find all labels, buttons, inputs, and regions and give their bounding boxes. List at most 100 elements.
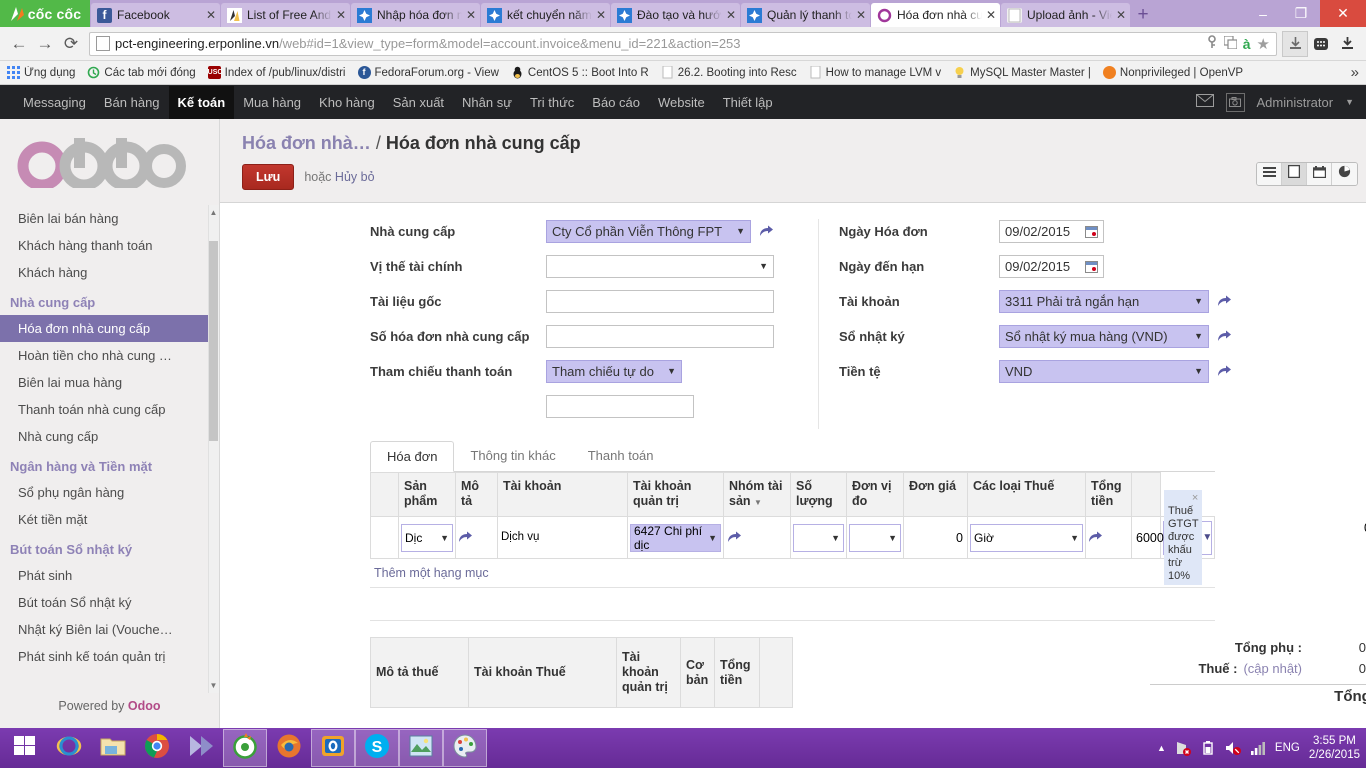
- asset-category-input[interactable]: ▼: [849, 523, 901, 552]
- top-menu-kho-hàng[interactable]: Kho hàng: [310, 86, 384, 119]
- currency-select[interactable]: VND ▼: [999, 360, 1209, 383]
- sidebar-scrollbar-thumb[interactable]: [209, 241, 218, 441]
- close-tab-icon[interactable]: ✕: [202, 8, 216, 22]
- bookmark-item[interactable]: f FedoraForum.org - View: [357, 66, 499, 79]
- minimize-button[interactable]: –: [1244, 0, 1282, 27]
- cell-product[interactable]: Dịc ▼: [398, 516, 456, 559]
- sort-caret-icon[interactable]: ▼: [754, 498, 762, 507]
- bookmark-star-icon[interactable]: ★: [1257, 35, 1270, 53]
- taskbar-media-player[interactable]: [179, 729, 223, 767]
- journal-select[interactable]: Sổ nhật ký mua hàng (VND) ▼: [999, 325, 1209, 348]
- header-unit-price[interactable]: Đơn giá: [903, 472, 968, 517]
- cell-description[interactable]: Dịch vụ: [497, 516, 628, 559]
- taskbar-file-explorer[interactable]: [91, 729, 135, 767]
- scroll-down-arrow-icon[interactable]: ▼: [209, 680, 218, 691]
- graph-view-button[interactable]: [1332, 163, 1357, 185]
- header-description[interactable]: Mô tả: [455, 472, 498, 517]
- remove-tax-icon[interactable]: ×: [1192, 492, 1198, 505]
- taskbar-skype[interactable]: S: [355, 729, 399, 767]
- sidebar-item-4[interactable]: Hóa đơn nhà cung cấp: [0, 315, 219, 342]
- chevron-down-icon[interactable]: ▼: [702, 533, 717, 543]
- browser-tab[interactable]: Nhập hóa đơn nhà✕: [351, 3, 480, 27]
- tax-update-link[interactable]: (cập nhật): [1243, 661, 1302, 676]
- external-link-icon[interactable]: [1217, 364, 1232, 380]
- sidebar-item-13[interactable]: Phát sinh: [0, 562, 219, 589]
- bookmark-item[interactable]: How to manage LVM v: [809, 66, 941, 79]
- network-error-icon[interactable]: [1175, 740, 1191, 756]
- external-link-icon[interactable]: [759, 224, 774, 240]
- password-key-icon[interactable]: [1206, 35, 1218, 52]
- header-asset-category[interactable]: Nhóm tài sản ▼: [723, 472, 791, 517]
- bookmark-item[interactable]: CentOS 5 :: Boot Into R: [511, 66, 649, 79]
- sidebar-item-10[interactable]: Sổ phụ ngân hàng: [0, 479, 219, 506]
- save-button[interactable]: Lưu: [242, 164, 295, 190]
- signal-icon[interactable]: [1250, 740, 1266, 756]
- breadcrumb-parent[interactable]: Hóa đơn nhà…: [242, 133, 371, 153]
- chevron-down-icon[interactable]: ▼: [1188, 291, 1203, 312]
- user-name-label[interactable]: Administrator: [1257, 95, 1334, 110]
- browser-tab[interactable]: Upload ảnh - Việt Đ✕: [1001, 3, 1130, 27]
- sidebar-item-11[interactable]: Két tiền mặt: [0, 506, 219, 533]
- bookmark-item[interactable]: USC Index of /pub/linux/distri: [207, 66, 346, 79]
- chevron-down-icon[interactable]: ▼: [1064, 533, 1079, 543]
- adblock-icon[interactable]: à: [1243, 36, 1251, 52]
- top-menu-website[interactable]: Website: [649, 86, 714, 119]
- taskbar-chrome[interactable]: [135, 729, 179, 767]
- volume-muted-icon[interactable]: [1225, 740, 1241, 756]
- table-row[interactable]: Dịc ▼ Dịch vụ 6427 Chi phí dịc ▼ ▼ ▼ 0 G…: [370, 490, 1215, 585]
- sidebar-item-7[interactable]: Thanh toán nhà cung cấp: [0, 396, 219, 423]
- bookmark-item[interactable]: MySQL Master Master |: [953, 66, 1091, 79]
- close-tab-icon[interactable]: ✕: [332, 8, 346, 22]
- analytic-account-input[interactable]: ▼: [793, 523, 844, 552]
- payment-reference-select[interactable]: Tham chiếu tự do ▼: [546, 360, 682, 383]
- external-link-icon[interactable]: [456, 530, 473, 546]
- bookmarks-overflow-button[interactable]: »: [1351, 64, 1359, 81]
- cell-account-link[interactable]: [723, 516, 791, 559]
- clock[interactable]: 3:55 PM 2/26/2015: [1309, 734, 1360, 762]
- taskbar-paint[interactable]: [443, 729, 487, 767]
- close-tab-icon[interactable]: ✕: [1112, 8, 1126, 22]
- odoo-logo[interactable]: [0, 119, 219, 205]
- header-subtotal[interactable]: Tổng tiền: [1085, 472, 1132, 517]
- header-quantity[interactable]: Số lượng: [790, 472, 847, 517]
- new-tab-button[interactable]: +: [1130, 3, 1156, 27]
- cell-quantity[interactable]: 0: [903, 516, 968, 559]
- sidebar-item-2[interactable]: Khách hàng: [0, 259, 219, 286]
- extension-icon[interactable]: [1308, 31, 1334, 57]
- sidebar-item-1[interactable]: Khách hàng thanh toán: [0, 232, 219, 259]
- cell-taxes[interactable]: × Thuế GTGT được khấu trừ 10% ▼: [1160, 490, 1215, 585]
- payment-reference-input[interactable]: [546, 395, 694, 418]
- cell-uom-link-and-price[interactable]: [1085, 516, 1132, 559]
- top-menu-kế-toán[interactable]: Kế toán: [168, 85, 235, 119]
- cell-uom[interactable]: Giờ ▼: [967, 516, 1086, 559]
- header-analytic-account[interactable]: Tài khoản quản trị: [627, 472, 724, 517]
- header-taxes[interactable]: Các loại Thuế: [967, 472, 1086, 517]
- tab-other-info[interactable]: Thông tin khác: [454, 441, 571, 471]
- chevron-down-icon[interactable]: ▼: [1345, 97, 1354, 107]
- header-tax-amount[interactable]: Tổng tiền: [714, 637, 760, 708]
- external-link-icon[interactable]: [724, 530, 742, 546]
- close-tab-icon[interactable]: ✕: [592, 8, 606, 22]
- top-menu-sản-xuất[interactable]: Sản xuất: [384, 86, 453, 119]
- translate-icon[interactable]: [1223, 34, 1238, 52]
- sidebar-item-15[interactable]: Nhật ký Biên lai (Vouche…: [0, 616, 219, 643]
- top-menu-thiết-lập[interactable]: Thiết lập: [714, 86, 782, 119]
- back-icon[interactable]: ←: [6, 31, 32, 57]
- browser-tab[interactable]: f Facebook ✕: [91, 3, 220, 27]
- taskbar-internet-explorer[interactable]: [47, 729, 91, 767]
- header-product[interactable]: Sản phẩm: [398, 472, 456, 517]
- avatar[interactable]: [1225, 92, 1245, 112]
- header-account[interactable]: Tài khoản: [497, 472, 628, 517]
- calendar-icon[interactable]: [1085, 260, 1098, 273]
- invoice-date-input[interactable]: 09/02/2015: [999, 220, 1104, 243]
- reload-icon[interactable]: ⟳: [58, 31, 84, 57]
- chevron-down-icon[interactable]: ▼: [661, 361, 676, 382]
- chevron-down-icon[interactable]: ▼: [434, 533, 449, 543]
- battery-icon[interactable]: [1200, 740, 1216, 756]
- address-bar[interactable]: pct-engineering.erponline.vn/web#id=1&vi…: [89, 31, 1277, 56]
- cell-unit-price[interactable]: 60000,00: [1131, 516, 1188, 559]
- sidebar-item-16[interactable]: Phát sinh kế toán quản trị: [0, 643, 219, 670]
- downloads-icon[interactable]: [1334, 31, 1360, 57]
- top-menu-nhân-sự[interactable]: Nhân sự: [453, 86, 521, 119]
- taskbar-outlook[interactable]: [311, 729, 355, 767]
